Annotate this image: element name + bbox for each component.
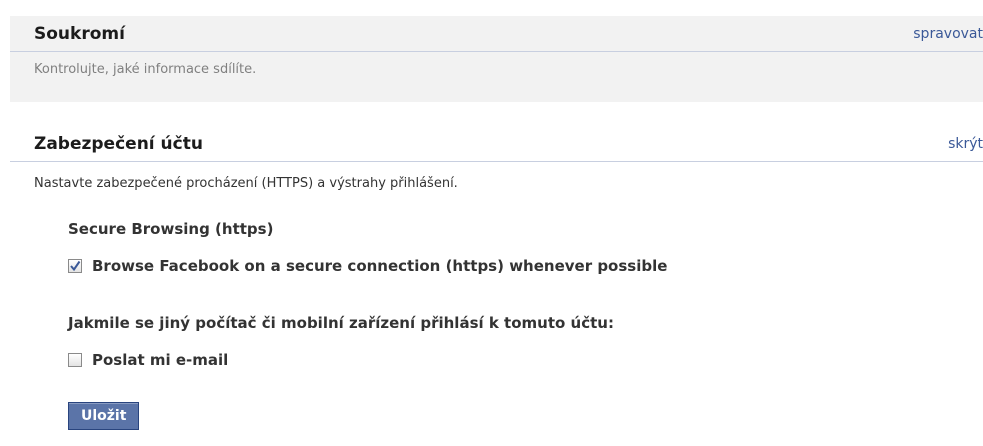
privacy-description: Kontrolujte, jaké informace sdílíte. — [34, 62, 257, 77]
login-alerts-heading: Jakmile se jiný počítač či mobilní zaříz… — [68, 314, 614, 332]
privacy-section: Soukromí spravovat Kontrolujte, jaké inf… — [10, 16, 983, 102]
login-alert-email-option: Poslat mi e-mail — [68, 350, 228, 370]
login-alert-email-label[interactable]: Poslat mi e-mail — [92, 351, 228, 369]
secure-browsing-checkbox-label[interactable]: Browse Facebook on a secure connection (… — [92, 257, 667, 275]
account-security-header: Zabezpečení účtu skrýt — [10, 126, 983, 162]
account-security-hide-link[interactable]: skrýt — [948, 136, 983, 152]
privacy-title: Soukromí — [34, 24, 125, 44]
privacy-header: Soukromí spravovat — [10, 16, 983, 52]
privacy-manage-link[interactable]: spravovat — [913, 26, 983, 42]
secure-browsing-option: Browse Facebook on a secure connection (… — [68, 256, 667, 276]
secure-browsing-heading: Secure Browsing (https) — [68, 220, 274, 238]
login-alert-email-checkbox[interactable] — [68, 353, 82, 367]
save-button[interactable]: Uložit — [68, 402, 140, 430]
checkmark-icon — [70, 260, 81, 272]
account-security-description: Nastavte zabezpečené procházení (HTTPS) … — [34, 176, 458, 191]
settings-panel: Soukromí spravovat Kontrolujte, jaké inf… — [0, 0, 983, 446]
account-security-section: Zabezpečení účtu skrýt Nastavte zabezpeč… — [10, 126, 983, 446]
secure-browsing-checkbox[interactable] — [68, 259, 82, 273]
account-security-title: Zabezpečení účtu — [34, 134, 203, 154]
